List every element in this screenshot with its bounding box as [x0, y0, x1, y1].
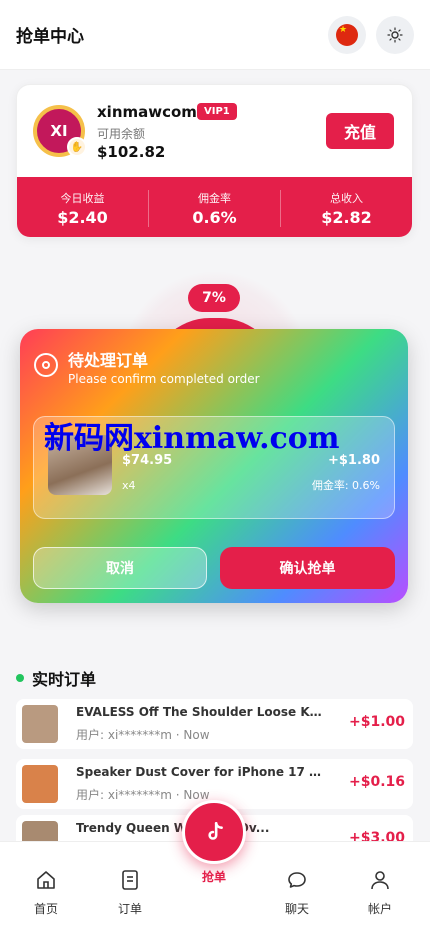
watermark-text: 新码网xinmaw.com — [44, 421, 340, 456]
nav-label: 帐户 — [367, 902, 392, 916]
app-header: 抢单中心 — [0, 0, 430, 70]
stat-value: 0.6% — [192, 207, 237, 227]
list-item[interactable]: EVALESS Off The Shoulder Loose Knit S...… — [16, 699, 413, 749]
home-icon — [37, 871, 55, 889]
nav-account[interactable]: 帐户 — [350, 868, 410, 917]
modal-subtitle: Please confirm completed order — [68, 372, 260, 386]
avatar-initials: XI — [50, 122, 68, 140]
grab-order-fab[interactable] — [182, 800, 246, 864]
stat-label: 总收入 — [330, 191, 363, 205]
order-amount: +$0.16 — [348, 774, 405, 790]
product-name: Speaker Dust Cover for iPhone 17 Pro (..… — [76, 765, 326, 779]
language-button[interactable] — [328, 15, 366, 54]
cancel-button[interactable]: 取消 — [33, 547, 207, 589]
china-flag-icon — [336, 23, 358, 46]
order-user: 用户: xi*******m · Now — [76, 788, 210, 802]
progress-percent-badge: 7% — [188, 284, 240, 312]
nav-chat[interactable]: 聊天 — [267, 868, 327, 917]
modal-title: 待处理订单 — [68, 351, 149, 370]
confirm-grab-button[interactable]: 确认抢单 — [220, 547, 395, 589]
nav-label: 聊天 — [284, 902, 309, 916]
stat-total-income: 总收入 $2.82 — [281, 190, 412, 227]
product-thumbnail — [22, 705, 58, 743]
recharge-button[interactable]: 充值 — [326, 113, 394, 149]
stat-commission-rate: 佣金率 0.6% — [149, 189, 281, 227]
section-title: 实时订单 — [32, 670, 97, 689]
product-name: EVALESS Off The Shoulder Loose Knit S... — [76, 705, 326, 719]
grab-order-label: 抢单 — [201, 870, 226, 884]
tiktok-icon — [208, 822, 223, 840]
stat-label: 佣金率 — [198, 191, 231, 205]
nav-orders[interactable]: 订单 — [100, 868, 160, 917]
theme-toggle-button[interactable] — [376, 15, 414, 54]
page-title: 抢单中心 — [16, 27, 84, 47]
user-icon — [371, 871, 389, 890]
order-amount: +$1.00 — [348, 714, 405, 730]
stat-value: $2.40 — [57, 207, 108, 227]
pending-order-modal: 待处理订单 Please confirm completed order $74… — [20, 329, 408, 603]
avatar-badge-icon: ✋ — [67, 137, 87, 157]
sun-icon — [387, 26, 403, 43]
product-quantity: x4 — [122, 479, 136, 492]
commission-rate: 佣金率: 0.6% — [311, 479, 380, 492]
order-user: 用户: xi*******m · Now — [76, 728, 210, 742]
target-icon — [34, 353, 58, 377]
nav-label: 订单 — [117, 902, 142, 916]
document-icon — [122, 870, 138, 890]
nav-label: 首页 — [33, 902, 58, 916]
balance-value: $102.82 — [97, 143, 166, 161]
username: xinmawcom — [97, 103, 197, 121]
product-thumbnail — [22, 765, 58, 803]
stats-bar: 今日收益 $2.40 佣金率 0.6% 总收入 $2.82 — [17, 177, 412, 237]
stat-today-earnings: 今日收益 $2.40 — [17, 189, 149, 227]
chat-icon — [288, 872, 306, 888]
account-card: XI ✋ xinmawcom VIP1 可用余额 $102.82 充值 今日收益… — [16, 84, 413, 238]
balance-label: 可用余额 — [97, 127, 146, 141]
live-orders-heading: 实时订单 — [16, 666, 96, 690]
stat-label: 今日收益 — [60, 191, 105, 205]
stat-value: $2.82 — [321, 207, 372, 227]
nav-home[interactable]: 首页 — [16, 868, 76, 917]
live-dot-icon — [16, 674, 24, 682]
vip-badge: VIP1 — [197, 103, 237, 120]
